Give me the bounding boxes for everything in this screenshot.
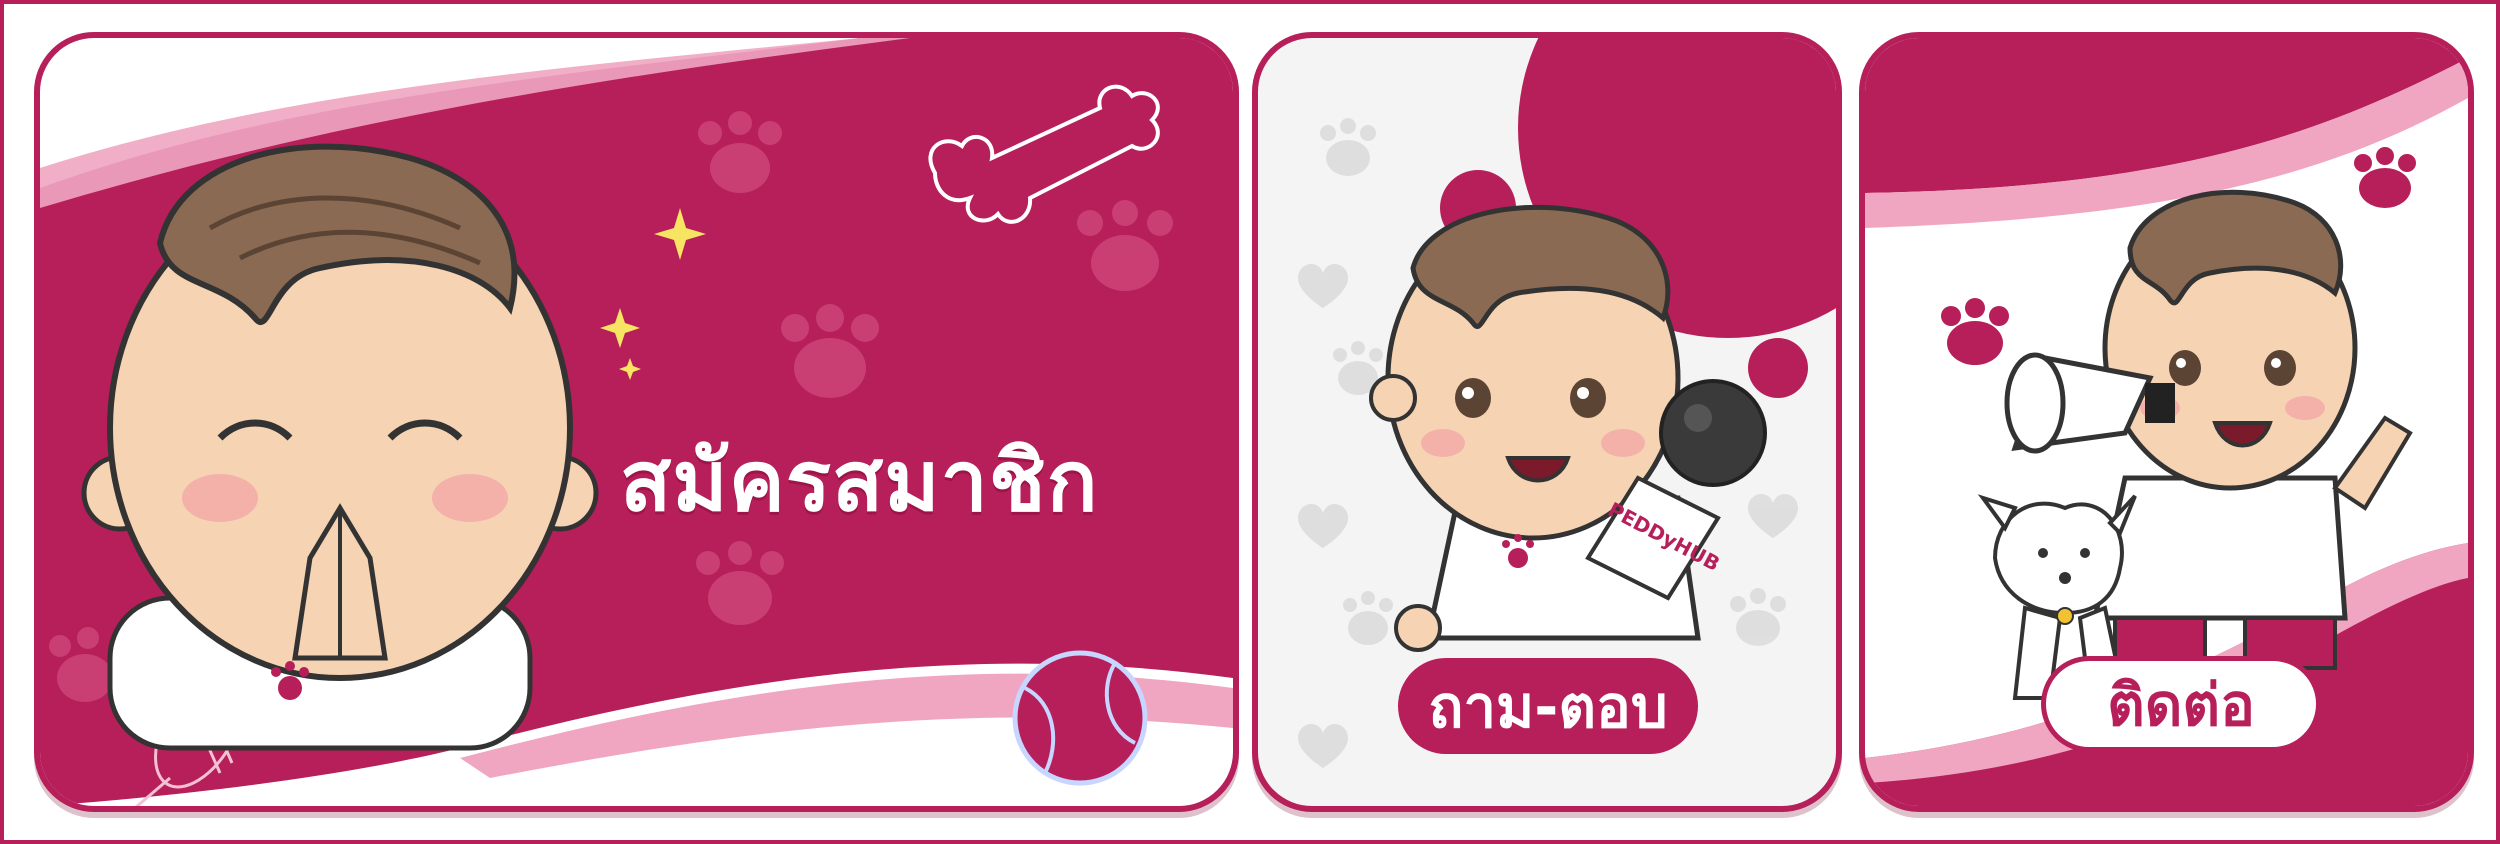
heart-icon <box>1298 263 1348 308</box>
heart-icon <box>1298 503 1348 548</box>
register-title: สมัครสมาชิก <box>620 432 1099 530</box>
qa-card[interactable]: PEDDyHUB ถาม-ตอบ <box>1252 32 1842 812</box>
qa-button[interactable]: ถาม-ตอบ <box>1398 658 1698 754</box>
paw-icon <box>1343 591 1393 645</box>
contact-card[interactable]: ติดต่อ <box>1859 32 2474 812</box>
heart-icon <box>1298 723 1348 768</box>
paw-icon <box>2354 147 2416 208</box>
paw-icon <box>1730 588 1786 646</box>
banner-frame: สมัครสมาชิก PEDDyHUB ถาม-ตอบ ติดต่อ <box>0 0 2500 844</box>
heart-icon <box>1748 493 1798 538</box>
contact-button[interactable]: ติดต่อ <box>2041 656 2321 752</box>
paw-icon <box>1941 298 2009 365</box>
register-card[interactable]: สมัครสมาชิก <box>34 32 1239 812</box>
tennis-ball-icon <box>1012 650 1148 786</box>
paw-icon <box>1320 118 1376 176</box>
